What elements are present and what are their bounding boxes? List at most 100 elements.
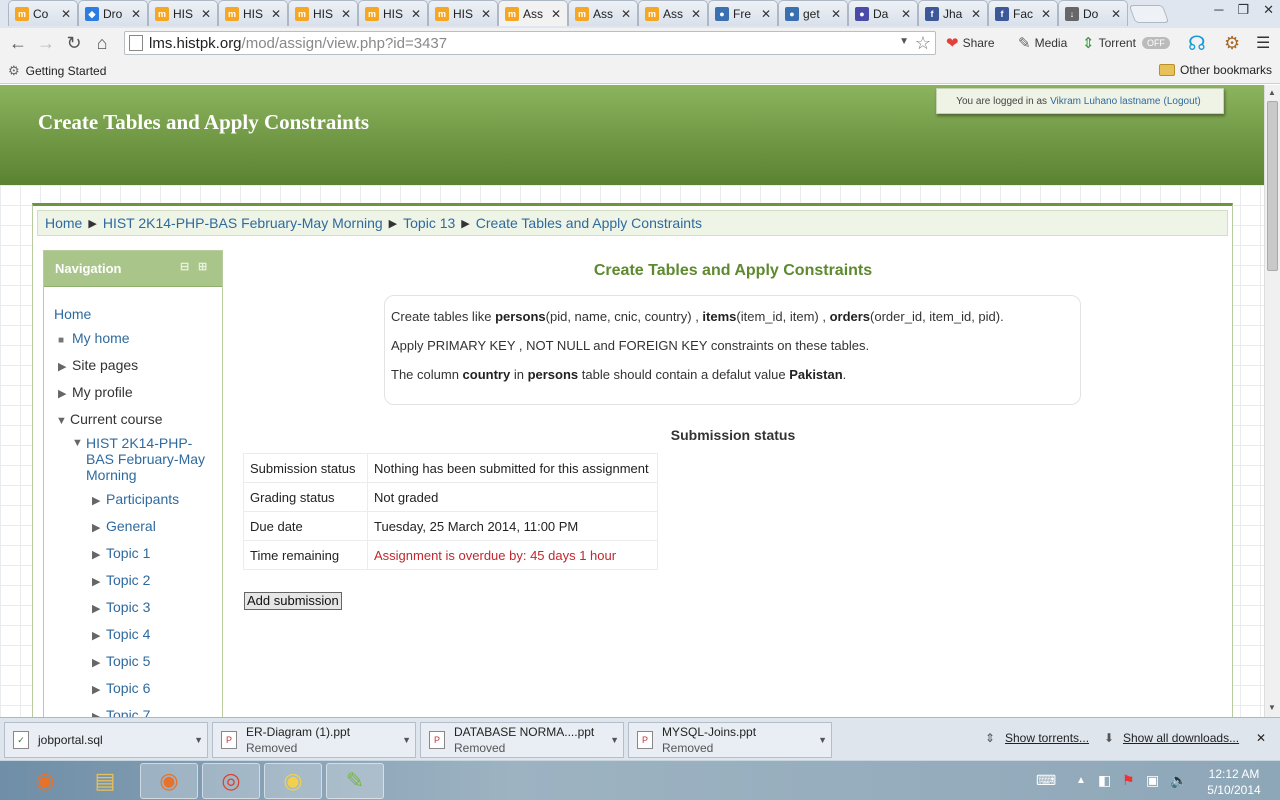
- nav-course-item[interactable]: ▶ Topic 5: [92, 653, 150, 669]
- network-icon[interactable]: ▣: [1146, 772, 1159, 789]
- close-tab-icon[interactable]: ✕: [831, 7, 841, 21]
- nav-home[interactable]: Home: [54, 306, 91, 322]
- browser-tab[interactable]: m HIS ✕: [288, 0, 358, 26]
- nav-course-item[interactable]: ▶ Topic 3: [92, 599, 150, 615]
- close-tab-icon[interactable]: ✕: [761, 7, 771, 21]
- close-tab-icon[interactable]: ✕: [1041, 7, 1051, 21]
- headphones-extension[interactable]: ☊: [1188, 28, 1210, 58]
- bookmark-star-icon[interactable]: ☆: [915, 33, 931, 54]
- forward-arrow-icon[interactable]: →: [32, 33, 60, 54]
- torrent-extension[interactable]: ⇕ Torrent OFF: [1082, 28, 1170, 58]
- torrent-toggle[interactable]: OFF: [1141, 37, 1170, 49]
- browser-tab[interactable]: ↓ Do ✕: [1058, 0, 1128, 26]
- back-arrow-icon[interactable]: ←: [4, 33, 32, 54]
- collapse-block-icon[interactable]: ⊟: [180, 260, 189, 273]
- nav-course-item[interactable]: ▶ Topic 2: [92, 572, 150, 588]
- close-tab-icon[interactable]: ✕: [621, 7, 631, 21]
- page-scrollbar[interactable]: ▲ ▼: [1264, 85, 1280, 717]
- browser-tab[interactable]: ● get ✕: [778, 0, 848, 26]
- nav-my-profile[interactable]: ▶ My profile: [58, 384, 133, 400]
- nav-current-course[interactable]: ▼ Current course: [56, 411, 163, 427]
- browser-tab[interactable]: ◆ Dro ✕: [78, 0, 148, 26]
- new-tab-button[interactable]: [1128, 5, 1170, 23]
- download-item[interactable]: P ER-Diagram (1).ppt Removed ▼: [212, 722, 416, 758]
- dock-block-icon[interactable]: ⊞: [198, 260, 207, 273]
- browser-tab[interactable]: m HIS ✕: [358, 0, 428, 26]
- scroll-down-icon[interactable]: ▼: [1268, 703, 1276, 712]
- scrollbar-thumb[interactable]: [1267, 101, 1278, 271]
- chevron-down-icon[interactable]: ▼: [402, 735, 411, 745]
- download-item[interactable]: P DATABASE NORMA....ppt Removed ▼: [420, 722, 624, 758]
- browser-tab[interactable]: f Jha ✕: [918, 0, 988, 26]
- share-extension[interactable]: ❤ Share: [946, 28, 995, 58]
- close-window-icon[interactable]: ✕: [1263, 2, 1274, 18]
- close-tab-icon[interactable]: ✕: [481, 7, 491, 21]
- close-tab-icon[interactable]: ✕: [131, 7, 141, 21]
- browser-tab[interactable]: m Ass ✕: [498, 0, 568, 26]
- nav-course-item[interactable]: ▶ Topic 4: [92, 626, 150, 642]
- firefox-icon[interactable]: ◉: [16, 763, 74, 799]
- close-tab-icon[interactable]: ✕: [411, 7, 421, 21]
- download-item[interactable]: ✓ jobportal.sql ▼: [4, 722, 208, 758]
- scroll-up-icon[interactable]: ▲: [1268, 88, 1276, 97]
- menu-button[interactable]: ☰: [1256, 28, 1274, 58]
- close-tab-icon[interactable]: ✕: [1111, 7, 1121, 21]
- tray-expand-icon[interactable]: ▲: [1076, 775, 1086, 786]
- nav-course-item[interactable]: ▶ Topic 1: [92, 545, 150, 561]
- chevron-down-icon[interactable]: ▼: [818, 735, 827, 745]
- paint-icon[interactable]: ◉: [264, 763, 322, 799]
- device-icon[interactable]: ◧: [1098, 772, 1111, 789]
- flag-icon[interactable]: ⚑: [1122, 772, 1135, 789]
- browser-tab[interactable]: m Ass ✕: [568, 0, 638, 26]
- file-explorer-icon[interactable]: ▤: [76, 763, 134, 799]
- volume-icon[interactable]: 🔈: [1170, 772, 1187, 789]
- close-tab-icon[interactable]: ✕: [901, 7, 911, 21]
- firefox-running-icon[interactable]: ◉: [140, 763, 198, 799]
- keyboard-icon[interactable]: ⌨: [1036, 772, 1056, 789]
- breadcrumb-assignment[interactable]: Create Tables and Apply Constraints: [476, 215, 702, 231]
- close-tab-icon[interactable]: ✕: [61, 7, 71, 21]
- close-downloads-icon[interactable]: ✕: [1256, 731, 1266, 745]
- user-profile-link[interactable]: Vikram Luhano lastname: [1050, 96, 1160, 107]
- nav-course-item[interactable]: ▶ Topic 6: [92, 680, 150, 696]
- restore-icon[interactable]: ❐: [1237, 2, 1249, 18]
- nav-course-item[interactable]: ▶ Participants: [92, 491, 179, 507]
- browser-tab[interactable]: m HIS ✕: [148, 0, 218, 26]
- chevron-down-icon[interactable]: ▼: [610, 735, 619, 745]
- close-tab-icon[interactable]: ✕: [341, 7, 351, 21]
- home-icon[interactable]: ⌂: [88, 33, 116, 54]
- address-bar[interactable]: lms.histpk.org/mod/assign/view.php?id=34…: [124, 31, 936, 55]
- addon-extension[interactable]: ⚙: [1224, 28, 1244, 58]
- close-tab-icon[interactable]: ✕: [551, 7, 561, 21]
- nav-course[interactable]: ▼ HIST 2K14-PHP- BAS February-May Mornin…: [72, 435, 205, 483]
- minimize-icon[interactable]: ─: [1214, 2, 1223, 18]
- chevron-down-icon[interactable]: ▼: [899, 36, 909, 47]
- browser-tab[interactable]: f Fac ✕: [988, 0, 1058, 26]
- add-submission-button[interactable]: Add submission: [244, 592, 342, 610]
- show-all-downloads-link[interactable]: Show all downloads...: [1123, 731, 1239, 745]
- notepad-plus-icon[interactable]: ✎: [326, 763, 384, 799]
- browser-tab[interactable]: ● Fre ✕: [708, 0, 778, 26]
- close-tab-icon[interactable]: ✕: [971, 7, 981, 21]
- chevron-down-icon[interactable]: ▼: [194, 735, 203, 745]
- logout-link[interactable]: (Logout): [1164, 96, 1201, 107]
- download-item[interactable]: P MYSQL-Joins.ppt Removed ▼: [628, 722, 832, 758]
- close-tab-icon[interactable]: ✕: [201, 7, 211, 21]
- nav-course-item[interactable]: ▶ Topic 7: [92, 707, 150, 717]
- reload-icon[interactable]: ↻: [60, 33, 88, 54]
- nav-site-pages[interactable]: ▶ Site pages: [58, 357, 138, 373]
- media-extension[interactable]: ✎ Media: [1018, 28, 1067, 58]
- breadcrumb-topic[interactable]: Topic 13: [403, 215, 455, 231]
- system-clock[interactable]: 12:12 AM 5/10/2014: [1195, 766, 1273, 798]
- show-torrents-link[interactable]: Show torrents...: [1005, 731, 1089, 745]
- close-tab-icon[interactable]: ✕: [691, 7, 701, 21]
- nav-course-item[interactable]: ▶ General: [92, 518, 156, 534]
- other-bookmarks[interactable]: Other bookmarks: [1159, 63, 1272, 77]
- chrome-icon[interactable]: ◎: [202, 763, 260, 799]
- nav-my-home[interactable]: ■ My home: [58, 330, 130, 346]
- browser-tab[interactable]: m HIS ✕: [218, 0, 288, 26]
- browser-tab[interactable]: ● Da ✕: [848, 0, 918, 26]
- close-tab-icon[interactable]: ✕: [271, 7, 281, 21]
- browser-tab[interactable]: m Ass ✕: [638, 0, 708, 26]
- browser-tab[interactable]: m HIS ✕: [428, 0, 498, 26]
